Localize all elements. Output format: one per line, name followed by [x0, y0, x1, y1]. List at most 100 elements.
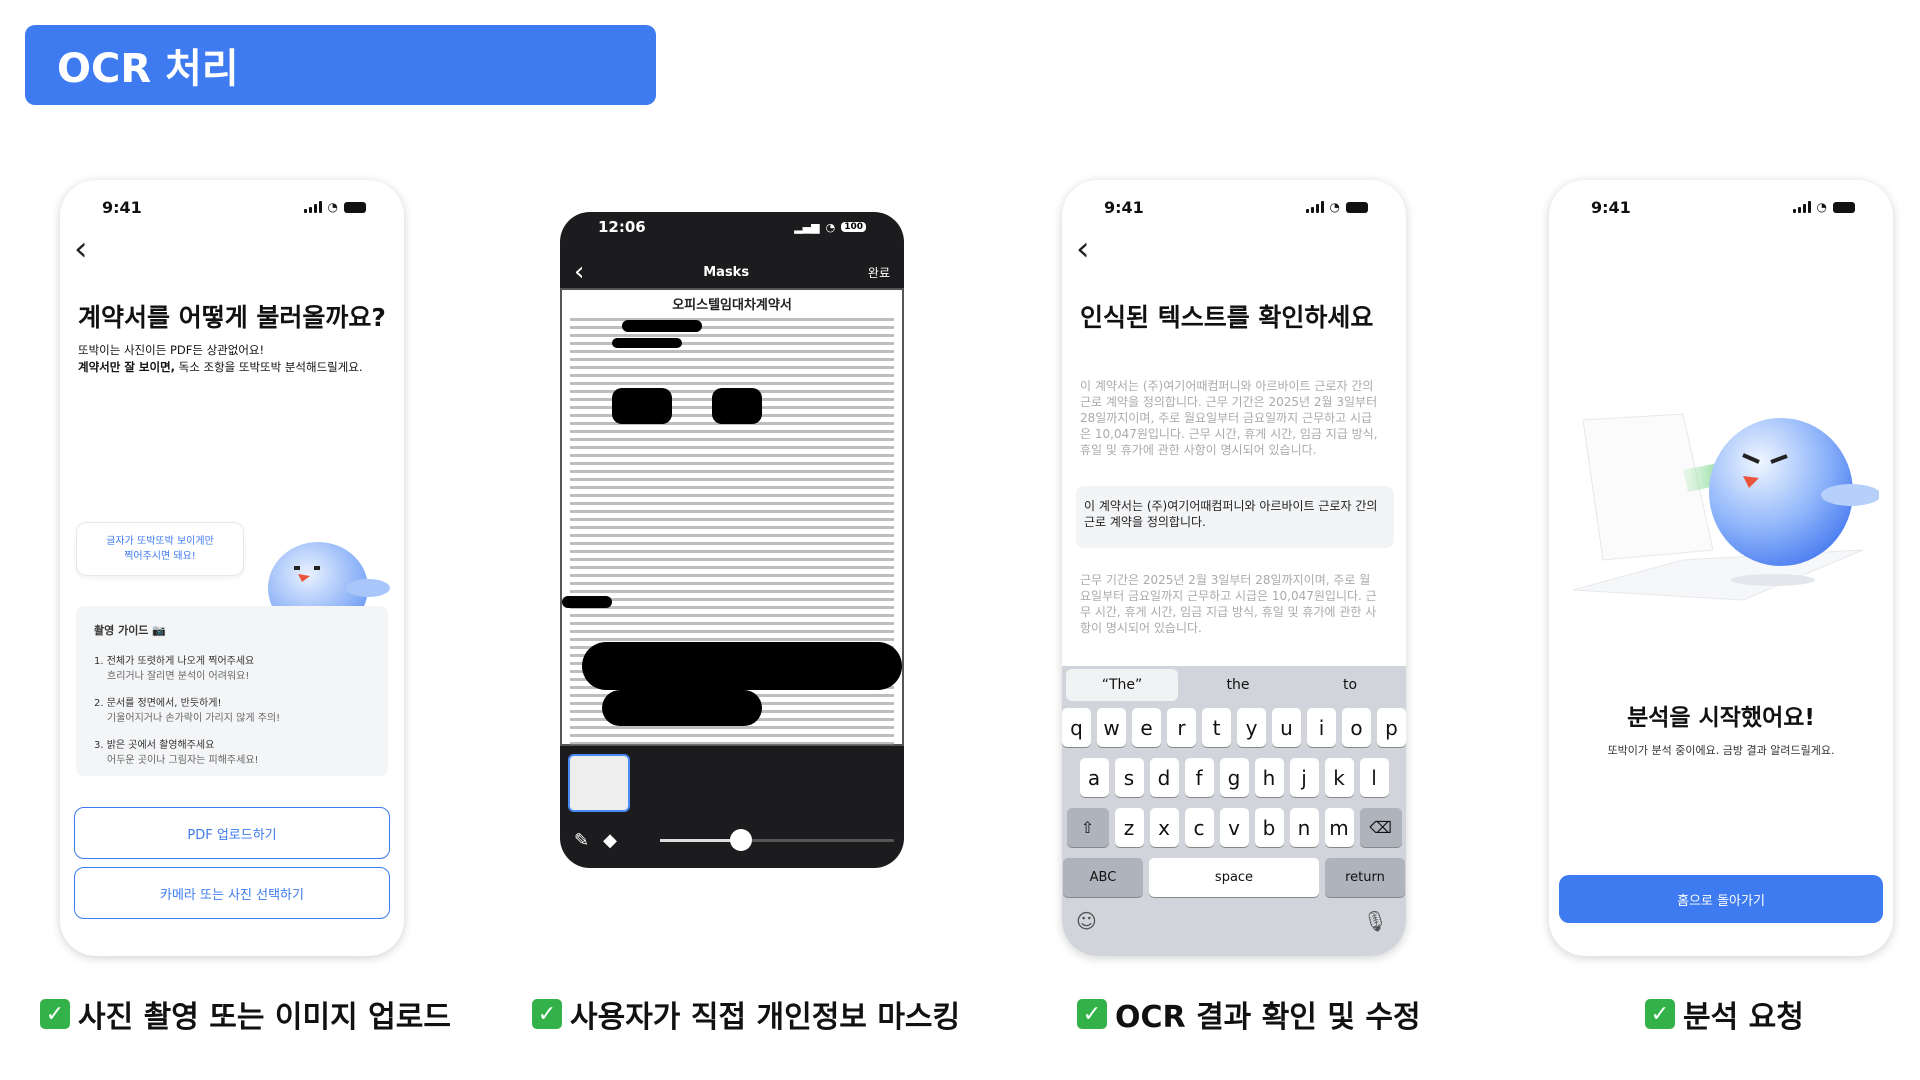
mask-toolbar: ✎ ◆: [574, 830, 617, 851]
caption-text: 분석 요청: [1683, 1000, 1804, 1035]
suggestion-item[interactable]: to: [1294, 677, 1406, 693]
bubble-line-1: 글자가 또박또박 보이게만: [106, 536, 214, 547]
status-time: 9:41: [102, 197, 142, 217]
shift-icon[interactable]: ⇧: [1066, 808, 1109, 847]
back-chevron-icon[interactable]: ‹: [574, 257, 584, 287]
caption-analysis: ✓ 분석 요청: [1645, 992, 1804, 1036]
key[interactable]: j: [1289, 758, 1319, 797]
suggestion-item[interactable]: “The”: [1066, 669, 1178, 701]
mask-stroke: [602, 690, 762, 726]
camera-photo-button[interactable]: 카메라 또는 사진 선택하기: [74, 867, 390, 919]
section-header: OCR 처리: [25, 25, 656, 105]
subtitle-bold: 계약서만 잘 보이면,: [78, 360, 176, 374]
key[interactable]: r: [1167, 708, 1196, 747]
key[interactable]: b: [1254, 808, 1284, 847]
key[interactable]: n: [1289, 808, 1319, 847]
guide-item: 3. 밝은 곳에서 촬영해주세요 어두운 곳이나 그림자는 피해주세요!: [94, 738, 370, 768]
shooting-guide: 촬영 가이드 📷 1. 전체가 또렷하게 나오게 찍어주세요 흐리거나 잘리면 분…: [76, 606, 388, 776]
mask-stroke: [562, 596, 612, 608]
key[interactable]: e: [1132, 708, 1161, 747]
emoji-icon[interactable]: ☺: [1076, 909, 1097, 933]
slider-knob[interactable]: [730, 829, 752, 851]
caption-text: 사진 촬영 또는 이미지 업로드: [78, 1000, 451, 1035]
ocr-text-paragraph[interactable]: 근무 기간은 2025년 2월 3일부터 28일까지이며, 주로 월요일부터 금…: [1080, 572, 1380, 636]
pdf-upload-button[interactable]: PDF 업로드하기: [74, 807, 390, 859]
suggestion-bar: “The” the to: [1062, 666, 1406, 704]
bubble-line-2: 찍어주시면 돼요!: [124, 551, 196, 562]
status-time: 9:41: [1591, 197, 1631, 217]
checkmark-icon: ✓: [1645, 999, 1675, 1029]
key[interactable]: l: [1359, 758, 1389, 797]
key[interactable]: v: [1219, 808, 1249, 847]
status-bar: 9:41 ◔: [1549, 192, 1893, 222]
page-thumbnail[interactable]: [568, 754, 630, 812]
ocr-text-paragraph[interactable]: 이 계약서는 (주)여기어때컴퍼니와 아르바이트 근로자 간의 근로 계약을 정…: [1080, 378, 1380, 458]
guide-item-main: 3. 밝은 곳에서 촬영해주세요: [94, 740, 215, 751]
signal-icon: [1792, 201, 1811, 213]
signal-icon: [1305, 201, 1324, 213]
battery-icon: [1346, 201, 1368, 213]
brush-size-slider[interactable]: [660, 829, 894, 851]
key[interactable]: q: [1062, 708, 1091, 747]
key-row-2: a s d f g h j k l: [1062, 758, 1406, 797]
section-title: OCR 처리: [57, 46, 239, 92]
wifi-icon: ◔: [1329, 200, 1340, 214]
status-bar: 9:41 ◔: [60, 192, 404, 222]
speech-bubble: 글자가 또박또박 보이게만찍어주시면 돼요!: [76, 522, 244, 576]
suggestion-item[interactable]: the: [1182, 677, 1294, 693]
key[interactable]: i: [1307, 708, 1336, 747]
back-chevron-icon[interactable]: ‹: [74, 232, 88, 266]
key[interactable]: h: [1254, 758, 1284, 797]
mask-stroke: [582, 642, 902, 690]
key[interactable]: d: [1149, 758, 1179, 797]
key[interactable]: w: [1097, 708, 1126, 747]
caption-ocr: ✓ OCR 결과 확인 및 수정: [1077, 992, 1421, 1036]
key[interactable]: o: [1342, 708, 1371, 747]
key[interactable]: g: [1219, 758, 1249, 797]
key[interactable]: x: [1149, 808, 1179, 847]
microphone-icon[interactable]: 🎙: [1363, 909, 1388, 933]
key[interactable]: z: [1114, 808, 1144, 847]
document-title: 오피스텔임대차계약서: [672, 298, 792, 313]
ocr-text-selected[interactable]: 이 계약서는 (주)여기어때컴퍼니와 아르바이트 근로자 간의 근로 계약을 정…: [1076, 486, 1394, 548]
caption-text: OCR 결과 확인 및 수정: [1115, 1000, 1421, 1035]
key[interactable]: k: [1324, 758, 1354, 797]
done-button[interactable]: 완료: [868, 264, 890, 281]
guide-item-sub: 흐리거나 잘리면 분석이 어려워요!: [107, 671, 250, 682]
subtitle-line-1: 또박이는 사진이든 PDF든 상관없어요!: [78, 343, 265, 357]
key[interactable]: s: [1114, 758, 1144, 797]
subtitle-rest: 독소 조항을 또박또박 분석해드릴게요.: [175, 360, 363, 374]
signal-icon: ▂▄▆: [794, 220, 820, 234]
signal-icon: [303, 201, 322, 213]
backspace-icon[interactable]: ⌫: [1359, 808, 1402, 847]
nav-title: Masks: [703, 264, 750, 280]
highlighter-icon[interactable]: ✎: [574, 830, 589, 851]
key[interactable]: u: [1272, 708, 1301, 747]
key[interactable]: p: [1377, 708, 1406, 747]
ios-keyboard: “The” the to q w e r t y u i o p a s d f…: [1062, 666, 1406, 956]
status-time: 12:06: [598, 218, 646, 236]
key[interactable]: c: [1184, 808, 1214, 847]
phone-screen-ocr-review: 9:41 ◔ ‹ 인식된 텍스트를 확인하세요 이 계약서는 (주)여기어때컴퍼…: [1062, 180, 1406, 956]
key[interactable]: y: [1237, 708, 1266, 747]
guide-item-main: 2. 문서를 정면에서, 반듯하게!: [94, 698, 222, 709]
checkmark-icon: ✓: [532, 999, 562, 1029]
abc-key[interactable]: ABC: [1063, 858, 1143, 897]
return-key[interactable]: return: [1325, 858, 1405, 897]
guide-item: 1. 전체가 또렷하게 나오게 찍어주세요 흐리거나 잘리면 분석이 어려워요!: [94, 654, 370, 684]
caption-upload: ✓ 사진 촬영 또는 이미지 업로드: [40, 992, 451, 1036]
key[interactable]: m: [1324, 808, 1354, 847]
eraser-icon[interactable]: ◆: [603, 830, 617, 851]
contract-document-image[interactable]: 오피스텔임대차계약서: [560, 288, 904, 746]
key[interactable]: a: [1079, 758, 1109, 797]
key-row-3: ⇧ z x c v b n m ⌫: [1062, 808, 1406, 847]
space-key[interactable]: space: [1149, 858, 1319, 897]
key[interactable]: t: [1202, 708, 1231, 747]
battery-icon: [1833, 201, 1855, 213]
key[interactable]: f: [1184, 758, 1214, 797]
back-chevron-icon[interactable]: ‹: [1076, 232, 1090, 266]
battery-icon: [344, 201, 366, 213]
home-button[interactable]: 홈으로 돌아가기: [1559, 875, 1883, 923]
page-title: 인식된 텍스트를 확인하세요: [1080, 303, 1374, 332]
wifi-icon: ◔: [825, 220, 836, 234]
